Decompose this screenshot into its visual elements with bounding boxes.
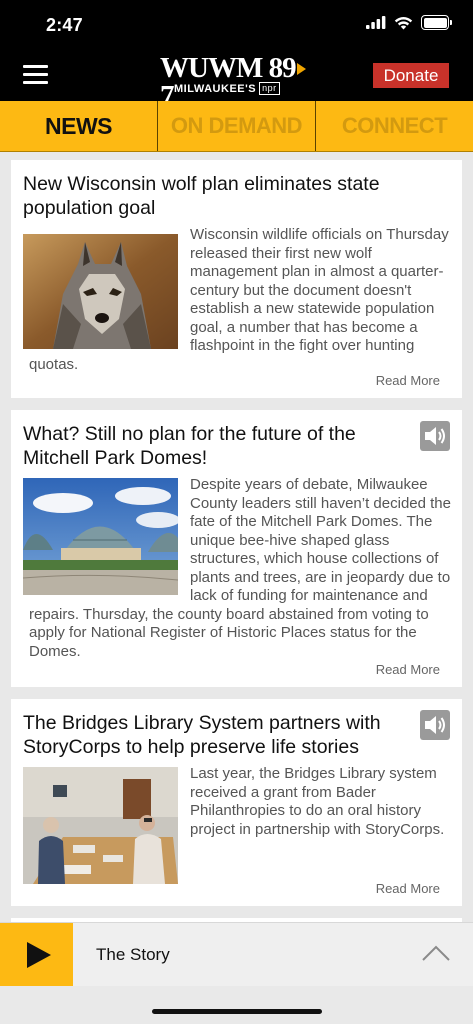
npr-badge: npr: [259, 82, 280, 95]
tab-on-demand[interactable]: ON DEMAND: [157, 101, 315, 151]
chevron-up-icon[interactable]: [421, 943, 451, 963]
menu-icon-bar: [23, 73, 48, 76]
section-tabs: NEWS ON DEMAND CONNECT: [0, 101, 473, 152]
news-feed[interactable]: New Wisconsin wolf plan eliminates state…: [0, 152, 473, 922]
top-bar: 2:47 WUWM 897 MILWAUKEE'S npr Donate: [0, 0, 473, 111]
menu-icon-bar: [23, 65, 48, 68]
article-excerpt: Last year, the Bridges Library system re…: [190, 765, 445, 838]
read-more-link[interactable]: Read More: [376, 881, 440, 896]
speaker-icon: [425, 427, 445, 445]
signal-icon: [366, 16, 386, 29]
tab-connect[interactable]: CONNECT: [315, 101, 473, 151]
article-excerpt: Despite years of debate, Milwaukee Count…: [29, 476, 451, 660]
menu-button[interactable]: [23, 65, 48, 84]
station-logo: WUWM 897 MILWAUKEE'S npr: [160, 54, 320, 111]
article-card[interactable]: The Bridges Library System partners with…: [11, 699, 462, 906]
status-time: 2:47: [46, 15, 83, 35]
now-playing-title[interactable]: The Story: [96, 945, 170, 965]
read-more-link[interactable]: Read More: [376, 373, 440, 388]
audio-button[interactable]: [420, 421, 450, 451]
tab-news[interactable]: NEWS: [0, 101, 157, 151]
home-indicator-area: [0, 986, 473, 1024]
logo-play-icon: [296, 63, 306, 75]
article-title[interactable]: What? Still no plan for the future of th…: [23, 422, 418, 470]
audio-button[interactable]: [420, 710, 450, 740]
read-more-link[interactable]: Read More: [376, 662, 440, 677]
donate-button[interactable]: Donate: [373, 63, 449, 88]
home-indicator[interactable]: [152, 1009, 322, 1014]
article-title[interactable]: New Wisconsin wolf plan eliminates state…: [23, 172, 418, 220]
status-icons: [366, 15, 452, 30]
speaker-icon: [425, 716, 445, 734]
article-card[interactable]: New Wisconsin wolf plan eliminates state…: [11, 160, 462, 398]
audio-player-bar: The Story: [0, 922, 473, 987]
article-card[interactable]: What? Still no plan for the future of th…: [11, 410, 462, 687]
battery-icon: [421, 15, 452, 30]
menu-icon-bar: [23, 81, 48, 84]
play-button[interactable]: [0, 923, 73, 987]
article-excerpt: Wisconsin wildlife officials on Thursday…: [29, 226, 449, 373]
article-title[interactable]: The Bridges Library System partners with…: [23, 711, 418, 759]
wifi-icon: [394, 16, 413, 29]
play-icon: [26, 942, 51, 968]
